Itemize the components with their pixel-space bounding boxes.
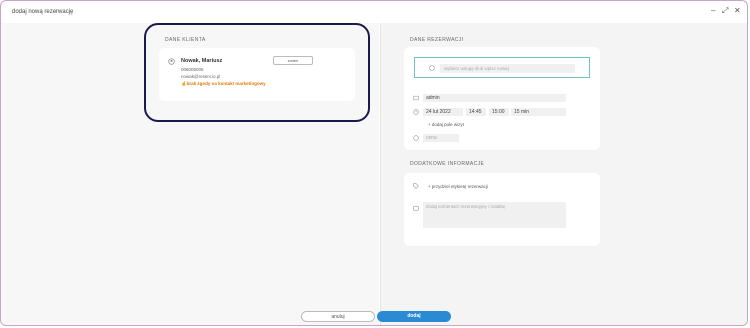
add-button[interactable]: dodaj [377,311,451,322]
comment-icon [413,206,419,211]
time-start-field[interactable]: 14:45 [466,108,486,116]
employee-icon [413,95,419,101]
clock-icon [413,109,419,115]
close-button[interactable]: ✕ [734,7,741,15]
restore-button[interactable]: ⤢ [722,7,728,15]
add-visit-field-link[interactable]: + dodaj pole wizyt [428,122,464,127]
price-icon [413,135,419,141]
add-tag-link[interactable]: + przydziel etykietę rezerwacji [428,184,488,189]
add-visit-field-label: dodaj pole wizyt [431,122,464,127]
reservation-card: wybierz usługę i/lub wpisz nowej admin 2… [404,47,600,150]
client-highlight-outline [144,23,370,122]
service-icon [429,65,435,71]
service-search-input[interactable]: wybierz usługę i/lub wpisz nowej [440,64,575,73]
additional-card: + przydziel etykietę rezerwacji dodaj ko… [404,173,600,246]
time-end-field[interactable]: 15:00 [489,108,509,116]
price-field[interactable]: cena [423,134,459,142]
cancel-button[interactable]: anuluj [301,311,375,322]
title-bar: dodaj nową rezerwację – ⤢ ✕ [1,1,747,23]
minimize-button[interactable]: – [711,7,715,15]
additional-section-label: DODATKOWE INFORMACJE [410,161,485,167]
date-field[interactable]: 24 lut 2022 [423,108,463,116]
employee-field[interactable]: admin [423,94,566,102]
reservation-window: dodaj nową rezerwację – ⤢ ✕ DANE KLIENTA… [0,0,748,326]
service-selector[interactable]: wybierz usługę i/lub wpisz nowej [414,57,590,78]
reservation-section-label: DANE REZERWACJI [410,37,464,43]
window-title: dodaj nową rezerwację [12,9,74,15]
tag-icon [413,183,419,189]
duration-field[interactable]: 15 min [511,108,566,116]
comment-textarea[interactable]: dodaj komentarz rezerwacyjny / notatkę [423,202,566,228]
add-tag-label: przydziel etykietę rezerwacji [431,184,488,189]
